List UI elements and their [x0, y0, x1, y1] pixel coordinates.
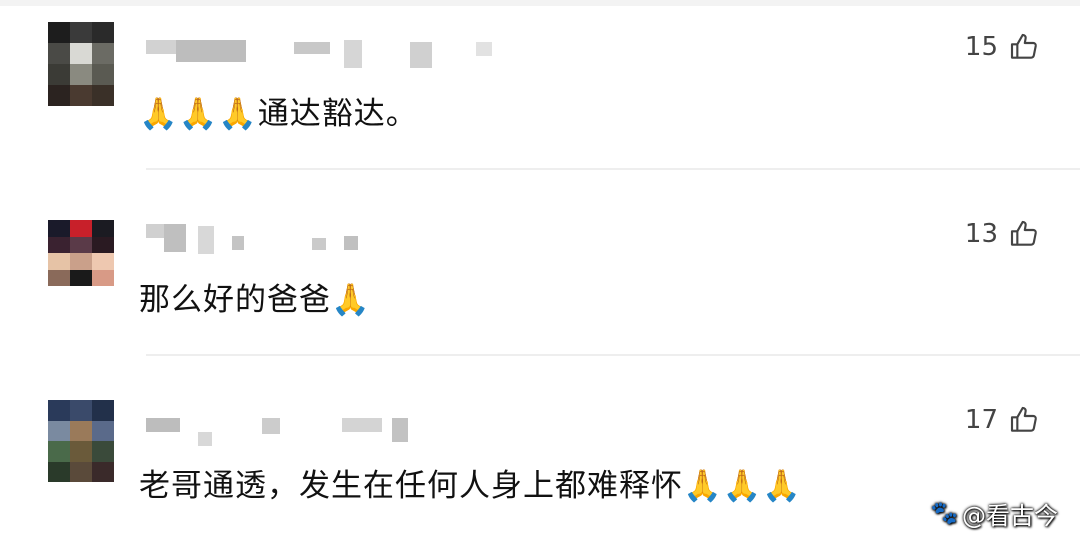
like-count: 13	[964, 219, 998, 249]
username-blurred[interactable]	[146, 222, 386, 254]
thumbs-up-icon[interactable]	[1008, 31, 1040, 63]
avatar[interactable]	[48, 400, 114, 482]
comment-divider	[146, 168, 1080, 170]
thumbs-up-icon[interactable]	[1008, 218, 1040, 250]
top-divider	[0, 0, 1080, 6]
comment-text: 🙏🙏🙏通达豁达。	[139, 96, 418, 132]
watermark: 🐾 @看古今	[931, 496, 1058, 531]
username-blurred[interactable]	[146, 36, 506, 68]
avatar[interactable]	[48, 220, 114, 286]
like-button[interactable]: 15	[965, 31, 1040, 63]
comment-text: 老哥通透，发生在任何人身上都难释怀🙏🙏🙏	[139, 468, 802, 504]
thumbs-up-icon[interactable]	[1008, 404, 1040, 436]
comment-list: 🙏🙏🙏通达豁达。 15 那么好的爸爸🙏 13 老哥通透，发生在任何人身上都难释怀…	[0, 0, 1080, 551]
like-count: 15	[964, 32, 998, 62]
comment-divider	[146, 354, 1080, 356]
like-count: 17	[964, 405, 998, 435]
username-blurred[interactable]	[146, 412, 446, 446]
watermark-logo-icon: 🐾	[930, 501, 958, 526]
comment-text: 那么好的爸爸🙏	[139, 282, 371, 318]
watermark-text: @看古今	[962, 502, 1058, 530]
like-button[interactable]: 13	[965, 218, 1040, 250]
like-button[interactable]: 17	[965, 404, 1040, 436]
avatar[interactable]	[48, 22, 114, 106]
